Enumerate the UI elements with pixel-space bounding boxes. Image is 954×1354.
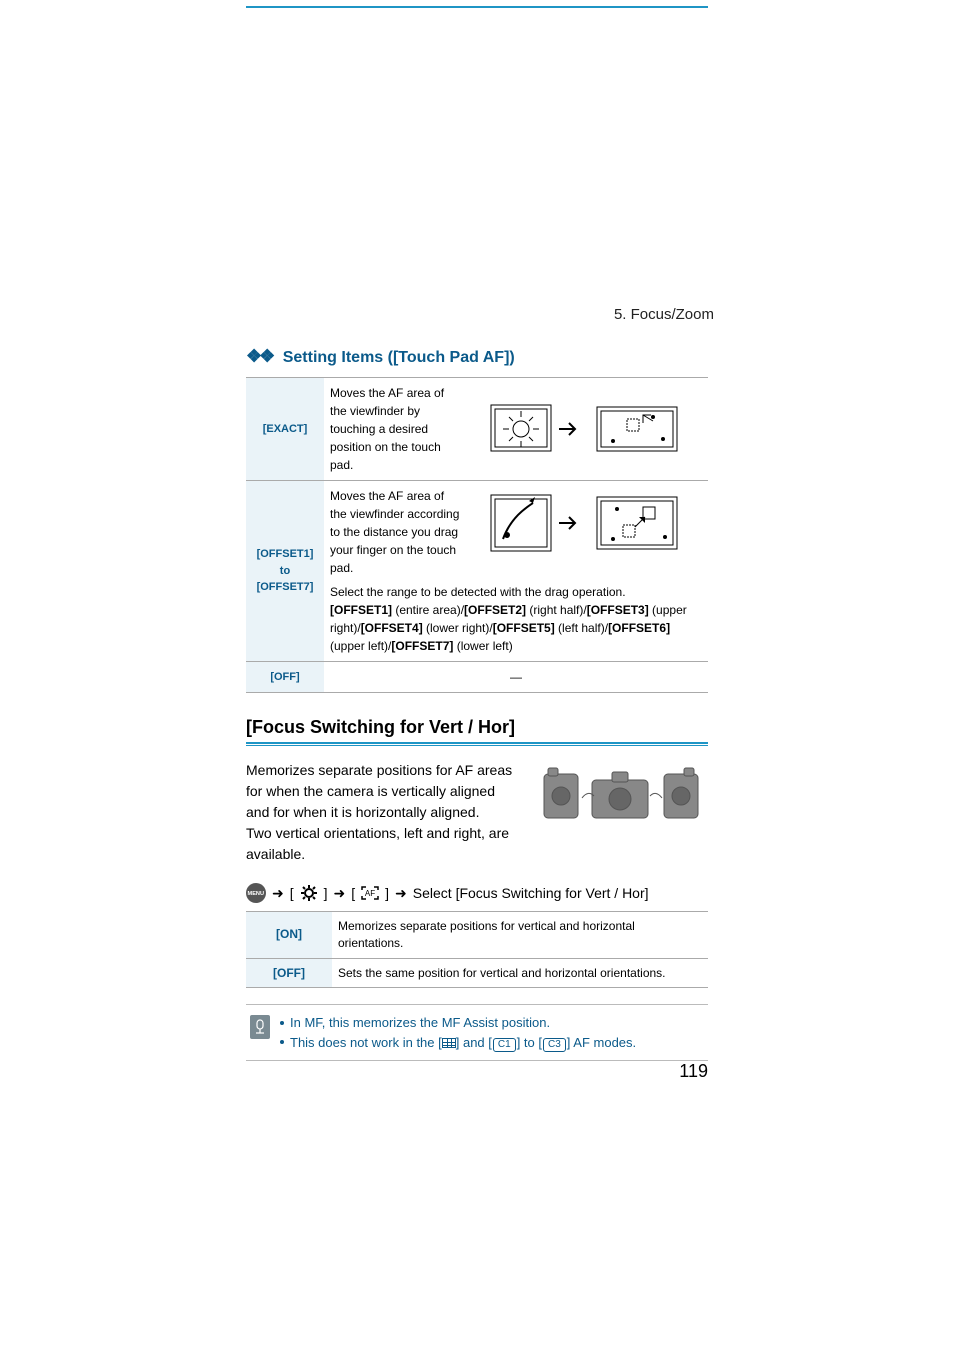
offset-range-block: Select the range to be detected with the… — [324, 583, 708, 661]
table-row-offset: [OFFSET1] to [OFFSET7] Moves the AF area… — [246, 481, 708, 662]
off-label: [OFF] — [246, 958, 332, 988]
offset2-label: [OFFSET2] — [464, 603, 526, 617]
intro-para-1: Memorizes separate positions for AF area… — [246, 760, 522, 823]
diamond-bullet-icon: ❖❖ — [246, 346, 272, 366]
offset7-label: [OFFSET7] — [391, 639, 453, 653]
table-row-exact: [EXACT] Moves the AF area of the viewfin… — [246, 378, 708, 481]
on-off-table: [ON] Memorizes separate positions for ve… — [246, 911, 708, 988]
menu-path-tail: Select [Focus Switching for Vert / Hor] — [413, 885, 649, 901]
section-title-touch-pad-af: ❖❖ Setting Items ([Touch Pad AF]) — [246, 346, 708, 367]
bracket-close-1: ] — [324, 885, 328, 901]
offset3-label: [OFFSET3] — [587, 603, 649, 617]
table-row-on: [ON] Memorizes separate positions for ve… — [246, 912, 708, 959]
note-line-2b: ] and [ — [456, 1035, 492, 1050]
note-box: In MF, this memorizes the MF Assist posi… — [246, 1004, 708, 1061]
row-desc-off: — — [324, 662, 708, 693]
intro-text: Memorizes separate positions for AF area… — [246, 760, 522, 865]
bracket-open-2: [ — [351, 885, 355, 901]
row-illustration-exact — [464, 378, 708, 481]
focus-switching-section: [Focus Switching for Vert / Hor] Memoriz… — [246, 717, 708, 1061]
bullet-icon — [280, 1040, 284, 1044]
row-illustration-offset — [470, 487, 702, 577]
bracket-close-2: ] — [385, 885, 389, 901]
row-label-exact: [EXACT] — [246, 378, 324, 481]
af-frame-icon: AF — [361, 885, 379, 901]
off-desc: Sets the same position for vertical and … — [332, 958, 708, 988]
bracket-open-1: [ — [290, 885, 294, 901]
touch-exact-diagram-icon — [489, 399, 682, 459]
touch-offset-diagram-icon — [489, 487, 682, 559]
note-line-2a: This does not work in the [ — [290, 1035, 442, 1050]
camera-orientations-icon — [538, 760, 708, 830]
note-line-2c: ] to [ — [517, 1035, 542, 1050]
chapter-label: 5. Focus/Zoom — [614, 306, 714, 323]
row-desc-offset: Moves the AF area of the viewfinder acco… — [330, 487, 470, 577]
camera-orientation-illustration — [538, 760, 708, 836]
offset1-label: [OFFSET1] — [330, 603, 392, 617]
table-row-off: [OFF] — — [246, 662, 708, 693]
offset6-label: [OFFSET6] — [608, 621, 670, 635]
multi-area-af-icon — [442, 1038, 456, 1048]
subsection-intro: Memorizes separate positions for AF area… — [246, 760, 708, 865]
offset4-label: [OFFSET4] — [361, 621, 423, 635]
row-label-off: [OFF] — [246, 662, 324, 693]
svg-text:AF: AF — [365, 889, 375, 898]
menu-set-icon: MENU — [246, 883, 266, 903]
row-label-offset: [OFFSET1] to [OFFSET7] — [246, 481, 324, 662]
on-label: [ON] — [246, 912, 332, 959]
arrow-icon: ➜ — [272, 885, 284, 902]
page-content: ❖❖ Setting Items ([Touch Pad AF]) [EXACT… — [246, 346, 708, 1061]
c3-mode-icon: C3 — [543, 1038, 566, 1052]
page-header: 5. Focus/Zoom — [0, 306, 954, 323]
offset5-label: [OFFSET5] — [493, 621, 555, 635]
note-line-1: In MF, this memorizes the MF Assist posi… — [290, 1015, 550, 1030]
subsection-title: [Focus Switching for Vert / Hor] — [246, 717, 708, 742]
touch-pad-af-table: [EXACT] Moves the AF area of the viewfin… — [246, 377, 708, 693]
bullet-icon — [280, 1021, 284, 1025]
note-line-2d: ] AF modes. — [567, 1035, 636, 1050]
row-desc-exact: Moves the AF area of the viewfinder by t… — [324, 378, 464, 481]
offset-range-intro: Select the range to be detected with the… — [330, 583, 702, 601]
table-row-off: [OFF] Sets the same position for vertica… — [246, 958, 708, 988]
arrow-icon: ➜ — [395, 885, 407, 902]
subsection-rule — [246, 742, 708, 746]
info-note-icon — [250, 1015, 270, 1039]
header-rule — [246, 6, 708, 8]
note-text: In MF, this memorizes the MF Assist posi… — [280, 1013, 636, 1052]
section-title-text: Setting Items ([Touch Pad AF]) — [283, 349, 515, 366]
on-desc: Memorizes separate positions for vertica… — [332, 912, 708, 959]
arrow-icon: ➜ — [334, 885, 346, 902]
row-body-offset: Moves the AF area of the viewfinder acco… — [324, 481, 708, 662]
gear-icon — [300, 885, 318, 901]
intro-para-2: Two vertical orientations, left and righ… — [246, 823, 522, 865]
c1-mode-icon: C1 — [493, 1038, 516, 1052]
page-number: 119 — [679, 1061, 708, 1082]
offset-range-list: [OFFSET1] (entire area)/[OFFSET2] (right… — [330, 601, 702, 655]
menu-navigation-path: MENU ➜ [ ] ➜ [ AF ] ➜ Select [Focus Swit… — [246, 883, 708, 903]
